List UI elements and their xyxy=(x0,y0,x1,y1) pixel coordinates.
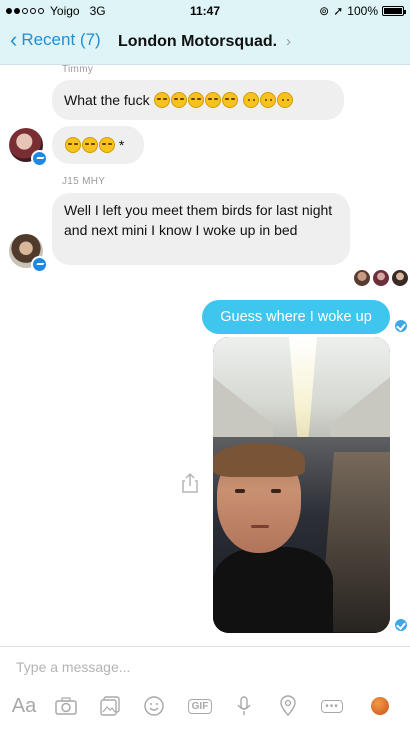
seen-avatar xyxy=(373,270,389,286)
composer: Aa GIF xyxy=(0,646,410,731)
chevron-right-icon[interactable]: › xyxy=(286,33,291,50)
more-button[interactable]: ••• xyxy=(316,691,348,721)
messenger-badge-icon xyxy=(31,256,48,273)
battery-icon xyxy=(382,6,406,16)
message-input[interactable] xyxy=(16,659,316,675)
messenger-badge-icon xyxy=(31,150,48,167)
voice-button[interactable] xyxy=(230,691,258,721)
sad-face-emoji-icon xyxy=(242,92,294,108)
message-text: Well I left you meet them birds for last… xyxy=(64,202,333,238)
seen-avatar xyxy=(392,270,408,286)
delivered-check-icon xyxy=(395,619,407,631)
mic-icon xyxy=(237,696,251,715)
message-bubble[interactable]: What the fuck xyxy=(52,80,344,120)
delivered-check-icon xyxy=(395,320,407,332)
chevron-left-icon: ‹ xyxy=(10,27,18,52)
sender-name: J15 MHY xyxy=(62,176,106,187)
basketball-icon xyxy=(371,697,389,715)
crying-laughing-emoji-icon xyxy=(64,137,119,153)
share-icon[interactable] xyxy=(180,472,200,494)
photo-icon xyxy=(100,696,120,716)
message-text: What the fuck xyxy=(64,92,150,108)
more-icon: ••• xyxy=(321,699,343,713)
back-label: Recent (7) xyxy=(21,30,101,49)
gif-icon: GIF xyxy=(187,698,213,714)
sender-name: Timmy xyxy=(62,64,94,75)
camera-button[interactable] xyxy=(52,691,80,721)
top-bar: Yoigo 3G 11:47 ⊚ ➚ 100% ‹ Recent (7) Lon… xyxy=(0,0,410,65)
seen-avatar xyxy=(354,270,370,286)
message-text: Guess where I woke up xyxy=(220,309,372,325)
navigation-bar: ‹ Recent (7) London Motorsquad. › xyxy=(0,27,410,58)
emoji-icon xyxy=(144,696,164,716)
rotation-lock-icon: ⊚ xyxy=(319,4,330,18)
text-format-button[interactable]: Aa xyxy=(6,691,42,721)
status-bar: Yoigo 3G 11:47 ⊚ ➚ 100% xyxy=(0,0,410,22)
location-button[interactable] xyxy=(274,691,302,721)
gif-button[interactable]: GIF xyxy=(184,691,216,721)
camera-icon xyxy=(55,697,77,715)
message-bubble[interactable]: Well I left you meet them birds for last… xyxy=(52,193,350,265)
location-icon xyxy=(280,695,296,717)
emoji-button[interactable] xyxy=(140,691,168,721)
message-bubble[interactable]: * xyxy=(52,126,144,164)
gallery-button[interactable] xyxy=(96,691,124,721)
composer-toolbar: Aa GIF ••• xyxy=(0,691,410,721)
message-text: * xyxy=(118,137,125,153)
outgoing-message-bubble[interactable]: Guess where I woke up xyxy=(202,300,390,334)
battery-percent: 100% xyxy=(347,4,378,18)
conversation-title[interactable]: London Motorsquad. xyxy=(118,33,277,51)
back-button[interactable]: ‹ Recent (7) xyxy=(10,27,101,52)
location-arrow-icon: ➚ xyxy=(333,4,344,18)
basketball-button[interactable] xyxy=(366,691,394,721)
sent-photo[interactable] xyxy=(213,337,390,633)
crying-laughing-emoji-icon xyxy=(153,92,242,108)
